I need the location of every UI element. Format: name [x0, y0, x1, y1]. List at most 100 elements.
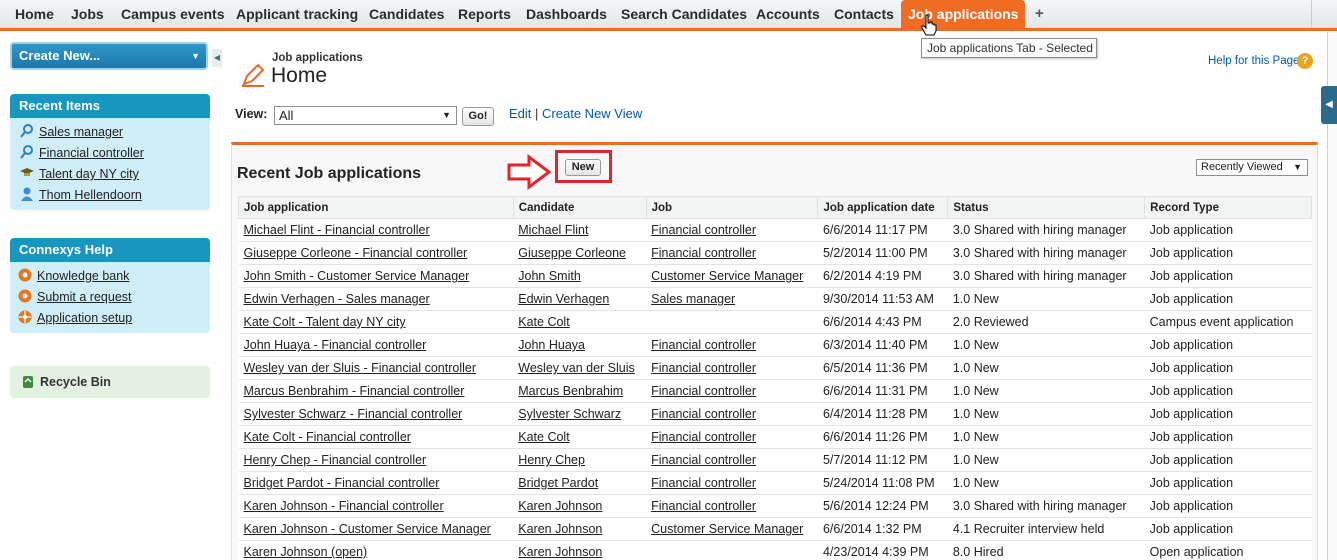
cell-link[interactable]: Sales manager [651, 292, 735, 306]
cell-link[interactable]: Giuseppe Corleone - Financial controller [244, 246, 468, 260]
table-cell: 8.0 Hired [947, 540, 1145, 560]
tab-reports[interactable]: Reports [458, 0, 511, 28]
cell-link[interactable]: Karen Johnson (open) [244, 545, 368, 559]
cell-link[interactable]: Wesley van der Sluis [518, 361, 635, 375]
help-item-label[interactable]: Knowledge bank [37, 269, 129, 283]
recent-item-label[interactable]: Talent day NY city [39, 167, 139, 181]
sidebar-collapse-handle[interactable]: ◀ [212, 49, 222, 67]
help-icon[interactable]: ? [1297, 53, 1313, 69]
cell-link[interactable]: Bridget Pardot [518, 476, 598, 490]
edit-view-link[interactable]: Edit [509, 106, 531, 121]
cell-link[interactable]: Financial controller [651, 476, 756, 490]
table-cell: Michael Flint [513, 218, 647, 242]
table-cell: Karen Johnson [513, 494, 647, 518]
recent-item-label[interactable]: Financial controller [39, 146, 144, 160]
cell-link[interactable]: Financial controller [651, 453, 756, 467]
table-cell: Financial controller [646, 241, 818, 265]
table-cell: John Huaya - Financial controller [238, 333, 514, 357]
cell-link[interactable]: Edwin Verhagen - Sales manager [244, 292, 430, 306]
tab-accounts[interactable]: Accounts [756, 0, 820, 28]
cell-link[interactable]: Kate Colt - Talent day NY city [244, 315, 406, 329]
side-panel-toggle[interactable]: ◀ [1321, 86, 1337, 124]
tab-contacts[interactable]: Contacts [834, 0, 894, 28]
table-cell: Henry Chep - Financial controller [238, 448, 514, 472]
cell-link[interactable]: Financial controller [651, 384, 756, 398]
cell-link[interactable]: Sylvester Schwarz - Financial controller [244, 407, 463, 421]
column-header-candidate[interactable]: Candidate [512, 196, 647, 219]
cell-link[interactable]: Sylvester Schwarz [518, 407, 621, 421]
column-header-status[interactable]: Status [947, 196, 1146, 219]
cell-link[interactable]: Karen Johnson [518, 522, 602, 536]
tab-jobs[interactable]: Jobs [71, 0, 104, 28]
create-new-button[interactable]: Create New... ▼ [10, 42, 208, 70]
cell-link[interactable]: Customer Service Manager [651, 269, 803, 283]
column-header-job[interactable]: Job [645, 196, 819, 219]
cell-link[interactable]: Karen Johnson [518, 499, 602, 513]
help-item-application-setup[interactable]: Application setup [17, 308, 210, 329]
view-select[interactable]: All ▼ [274, 106, 457, 125]
recent-item-sales-manager[interactable]: Sales manager [19, 122, 210, 143]
cell-link[interactable]: Financial controller [651, 246, 756, 260]
help-item-label[interactable]: Submit a request [37, 290, 132, 304]
table-row: John Smith - Customer Service Manager Joh… [238, 264, 1312, 288]
table-row: Karen Johnson - Customer Service Manager… [238, 517, 1312, 541]
cell-link[interactable]: Karen Johnson - Financial controller [244, 499, 444, 513]
cell-link[interactable]: Wesley van der Sluis - Financial control… [244, 361, 477, 375]
tab-campus-events[interactable]: Campus events [121, 0, 224, 28]
recent-job-applications-list: Recent Job applications New Recently Vie… [231, 142, 1318, 560]
column-header-job-application[interactable]: Job application [238, 196, 514, 219]
recycle-bin-link[interactable]: Recycle Bin [10, 366, 210, 398]
table-cell: 1.0 New [947, 287, 1145, 311]
cell-link[interactable]: Financial controller [651, 223, 756, 237]
create-new-view-link[interactable]: Create New View [542, 106, 642, 121]
cell-link[interactable]: Kate Colt - Financial controller [244, 430, 411, 444]
cell-link[interactable]: Michael Flint - Financial controller [244, 223, 430, 237]
go-button[interactable]: Go! [462, 107, 494, 126]
help-item-knowledge-bank[interactable]: Knowledge bank [17, 266, 210, 287]
cell-link[interactable]: Financial controller [651, 338, 756, 352]
cell-link[interactable]: John Smith - Customer Service Manager [244, 269, 470, 283]
help-item-submit-request[interactable]: Submit a request [17, 287, 210, 308]
cell-link[interactable]: Kate Colt [518, 430, 569, 444]
cell-link[interactable]: Customer Service Manager [651, 522, 803, 536]
table-cell: 3.0 Shared with hiring manager [947, 264, 1145, 288]
cell-link[interactable]: Michael Flint [518, 223, 588, 237]
new-button[interactable]: New [565, 159, 601, 176]
column-header-date[interactable]: Job application date [817, 196, 949, 219]
tab-candidates[interactable]: Candidates [369, 0, 444, 28]
cell-link[interactable]: Financial controller [651, 361, 756, 375]
table-cell: 1.0 New [947, 379, 1145, 403]
cell-link[interactable]: Financial controller [651, 407, 756, 421]
recent-item-label[interactable]: Thom Hellendoorn [39, 188, 142, 202]
cell-link[interactable]: Karen Johnson - Customer Service Manager [244, 522, 491, 536]
table-cell: Karen Johnson (open) [238, 540, 514, 560]
tab-home[interactable]: Home [15, 0, 54, 28]
cell-link[interactable]: Giuseppe Corleone [518, 246, 626, 260]
cell-link[interactable]: John Smith [518, 269, 581, 283]
cell-link[interactable]: Bridget Pardot - Financial controller [244, 476, 440, 490]
tab-dashboards[interactable]: Dashboards [526, 0, 607, 28]
help-for-page-link[interactable]: Help for this Page [1208, 55, 1299, 67]
tab-search-candidates[interactable]: Search Candidates [621, 0, 747, 28]
cell-link[interactable]: Karen Johnson [518, 545, 602, 559]
cell-link[interactable]: Henry Chep [518, 453, 585, 467]
recently-viewed-select[interactable]: Recently Viewed ▼ [1196, 159, 1308, 176]
cell-link[interactable]: John Huaya [518, 338, 585, 352]
cell-link[interactable]: Edwin Verhagen [518, 292, 609, 306]
column-header-record-type[interactable]: Record Type [1144, 196, 1312, 219]
cell-link[interactable]: Marcus Benbrahim [518, 384, 623, 398]
cell-link[interactable]: John Huaya - Financial controller [244, 338, 427, 352]
cell-link[interactable]: Financial controller [651, 499, 756, 513]
cell-link[interactable]: Kate Colt [518, 315, 569, 329]
cell-link[interactable]: Marcus Benbrahim - Financial controller [244, 384, 465, 398]
recent-item-talent-day[interactable]: Talent day NY city [19, 164, 210, 185]
add-tab-icon[interactable]: + [1035, 0, 1044, 28]
cell-link[interactable]: Financial controller [651, 430, 756, 444]
recent-item-label[interactable]: Sales manager [39, 125, 123, 139]
recent-item-financial-controller[interactable]: Financial controller [19, 143, 210, 164]
tab-applicant-tracking[interactable]: Applicant tracking [236, 0, 358, 28]
cell-link[interactable]: Henry Chep - Financial controller [244, 453, 427, 467]
recent-item-thom-hellendoorn[interactable]: Thom Hellendoorn [19, 185, 210, 206]
table-cell: 9/30/2014 11:53 AM [817, 287, 948, 311]
help-item-label[interactable]: Application setup [37, 311, 132, 325]
